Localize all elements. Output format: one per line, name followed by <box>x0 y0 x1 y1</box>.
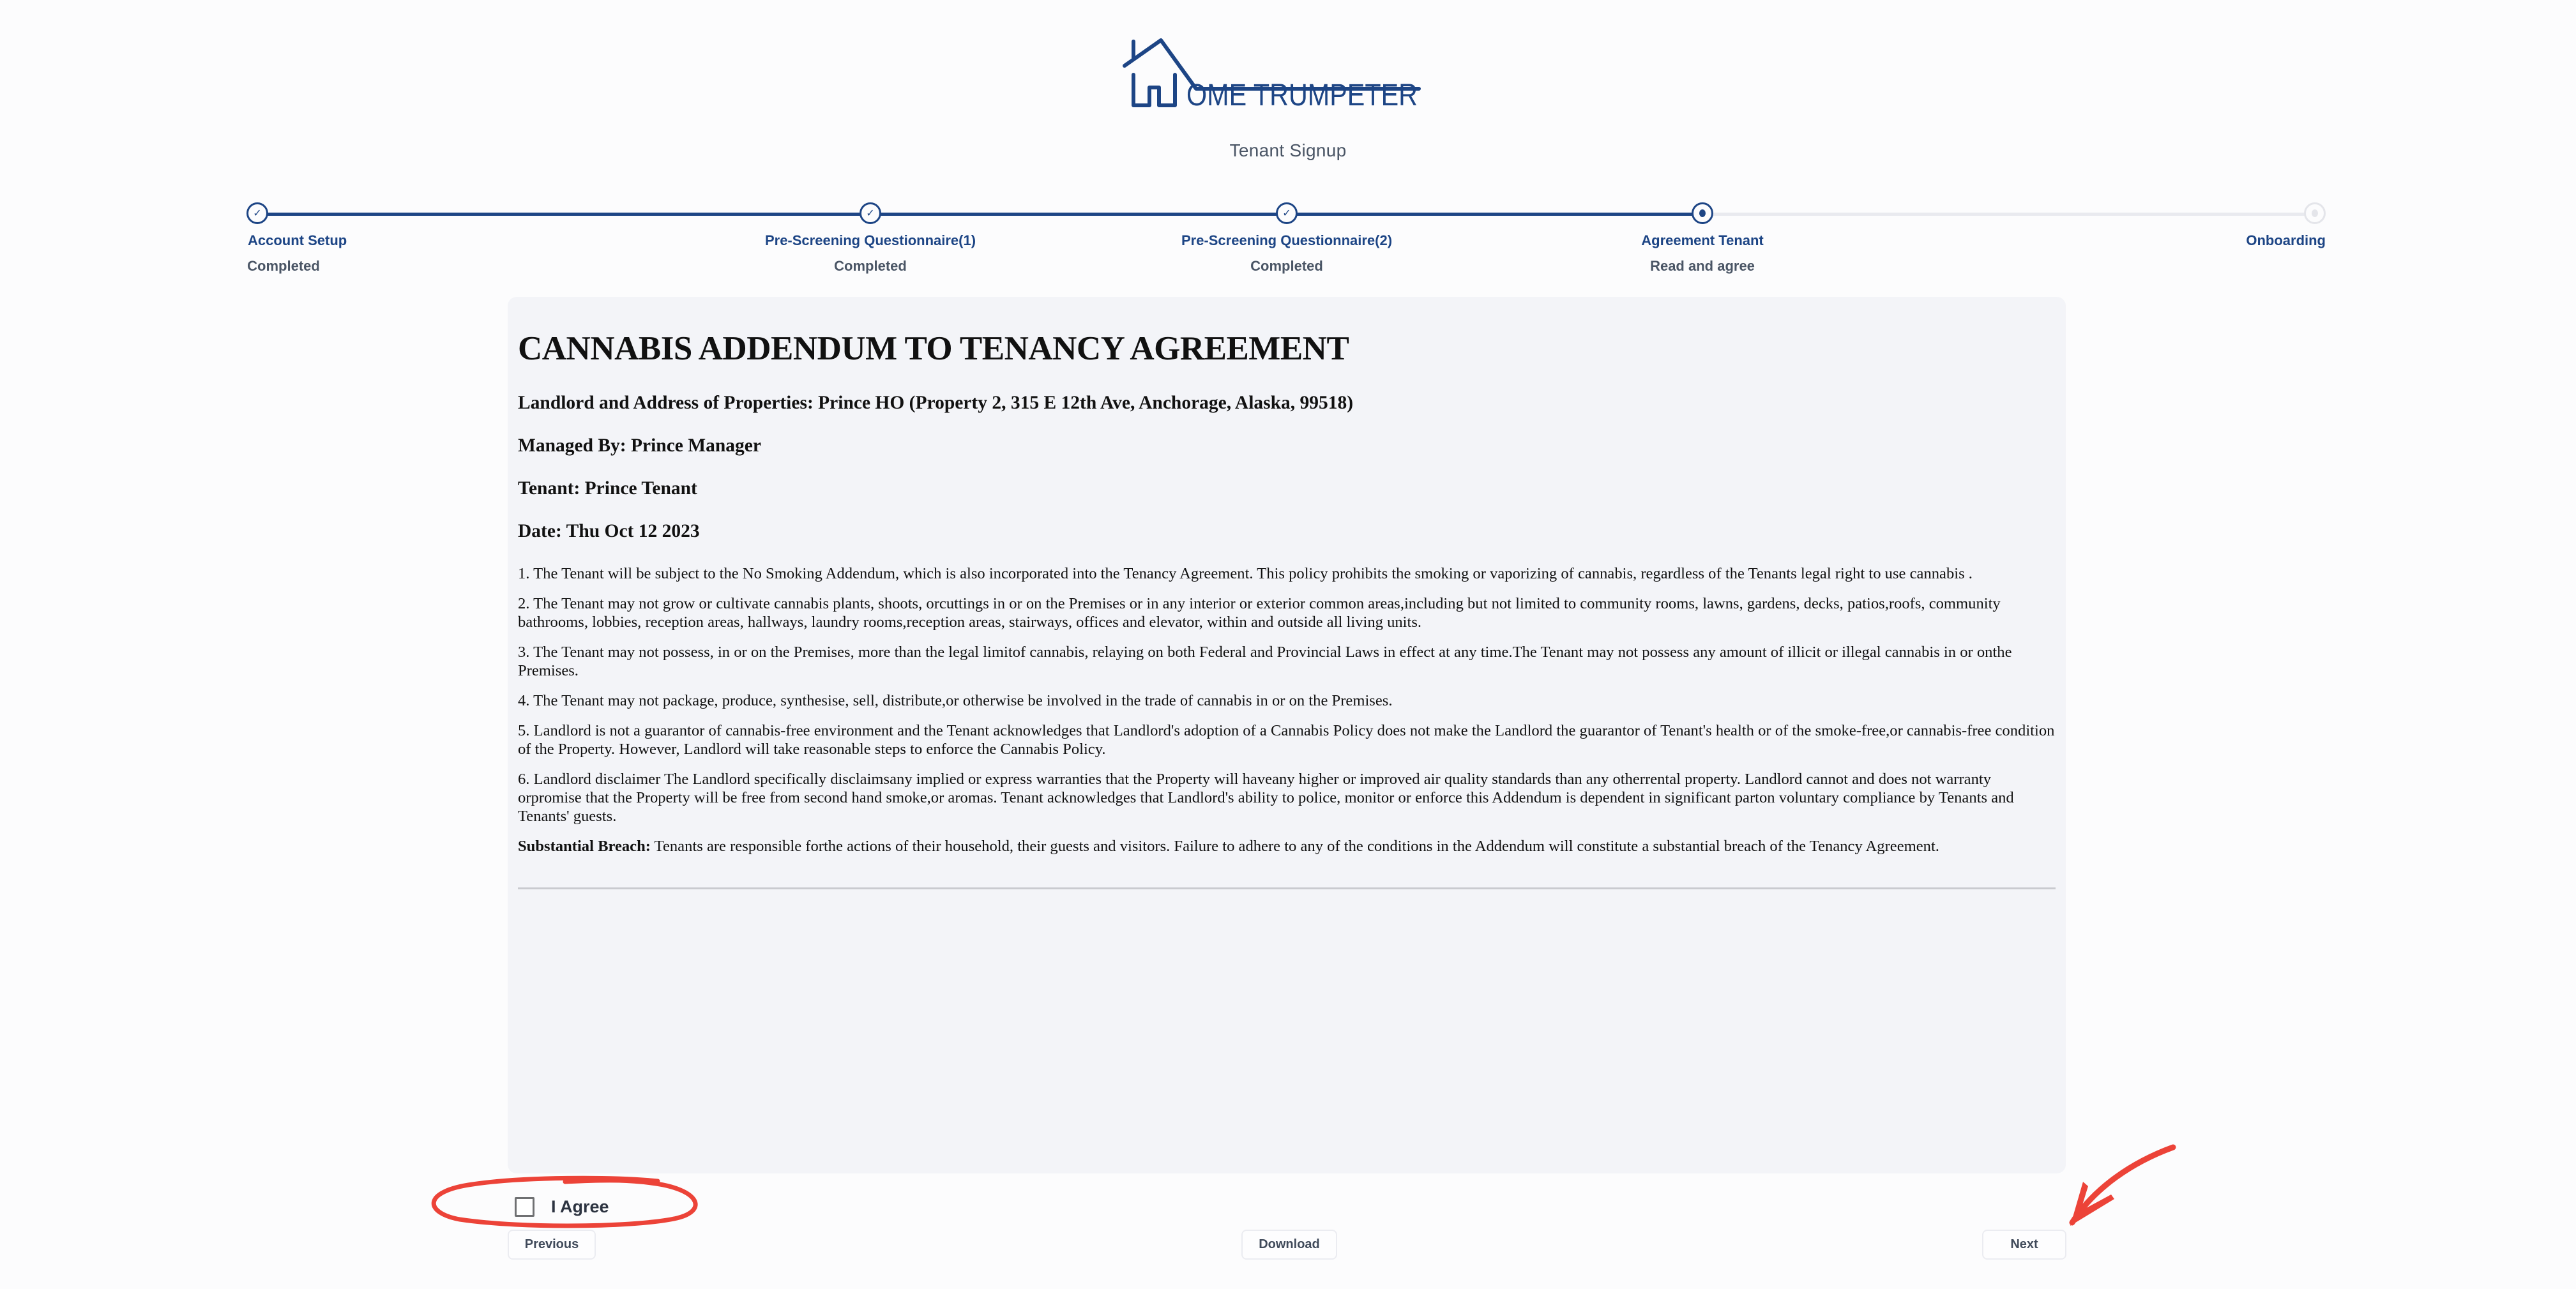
tenant-name: Tenant: Prince Tenant <box>518 478 697 499</box>
step-1-indicator[interactable]: ✓ <box>246 202 268 224</box>
step-5-indicator[interactable] <box>2304 202 2326 224</box>
step-2-status: Completed <box>834 258 907 274</box>
step-2-label[interactable]: Pre-Screening Questionnaire(1) <box>765 232 976 249</box>
substantial-breach-clause: Substantial Breach: Tenants are responsi… <box>518 837 2056 856</box>
clause-2: 2. The Tenant may not grow or cultivate … <box>518 594 2001 631</box>
clause-3: 3. The Tenant may not possess, in or on … <box>518 643 2012 679</box>
clause-6: 6. Landlord disclaimer The Landlord spec… <box>518 770 2014 825</box>
signup-stepper: ✓ ✓ ✓ Account Setup Completed Pre-Screen… <box>0 0 2576 294</box>
next-button[interactable]: Next <box>1982 1230 2066 1260</box>
step-1-status: Completed <box>247 258 320 274</box>
download-button[interactable]: Download <box>1241 1230 1337 1260</box>
current-dot-icon <box>1699 209 1706 217</box>
agreement-document[interactable]: CANNABIS ADDENDUM TO TENANCY AGREEMENT L… <box>508 297 2066 1173</box>
annotation-arrow-head <box>2070 1182 2114 1226</box>
clause-4: 4. The Tenant may not package, produce, … <box>518 691 1393 709</box>
stepper-track-completed <box>257 213 1702 216</box>
clause-5: 5. Landlord is not a guarantor of cannab… <box>518 721 2055 758</box>
check-icon: ✓ <box>866 207 875 219</box>
step-3-indicator[interactable]: ✓ <box>1276 202 1298 224</box>
breach-label: Substantial Breach: <box>518 837 651 855</box>
step-2-indicator[interactable]: ✓ <box>860 202 881 224</box>
document-title: CANNABIS ADDENDUM TO TENANCY AGREEMENT <box>518 330 1349 367</box>
step-4-indicator[interactable] <box>1692 202 1713 224</box>
clause-1: 1. The Tenant will be subject to the No … <box>518 564 1973 582</box>
managed-by: Managed By: Prince Manager <box>518 435 761 456</box>
agree-label[interactable]: I Agree <box>551 1197 609 1217</box>
check-icon: ✓ <box>1282 207 1291 219</box>
step-5-label[interactable]: Onboarding <box>2246 232 2326 249</box>
document-divider <box>518 887 2056 889</box>
step-3-label[interactable]: Pre-Screening Questionnaire(2) <box>1181 232 1392 249</box>
pending-dot-icon <box>2312 209 2318 217</box>
agree-control[interactable]: I Agree <box>515 1197 609 1217</box>
breach-text: Tenants are responsible forthe actions o… <box>650 837 1939 855</box>
agree-checkbox[interactable] <box>515 1197 534 1217</box>
check-icon: ✓ <box>253 207 262 219</box>
stepper-track-remaining <box>1702 213 2315 216</box>
document-date: Date: Thu Oct 12 2023 <box>518 521 700 542</box>
step-3-status: Completed <box>1250 258 1323 274</box>
previous-button[interactable]: Previous <box>508 1230 596 1260</box>
step-4-status: Read and agree <box>1650 258 1755 274</box>
step-4-label[interactable]: Agreement Tenant <box>1641 232 1764 249</box>
step-1-label[interactable]: Account Setup <box>248 232 347 249</box>
landlord-address: Landlord and Address of Properties: Prin… <box>518 392 1354 413</box>
annotation-arrow-shaft <box>2069 1144 2176 1226</box>
